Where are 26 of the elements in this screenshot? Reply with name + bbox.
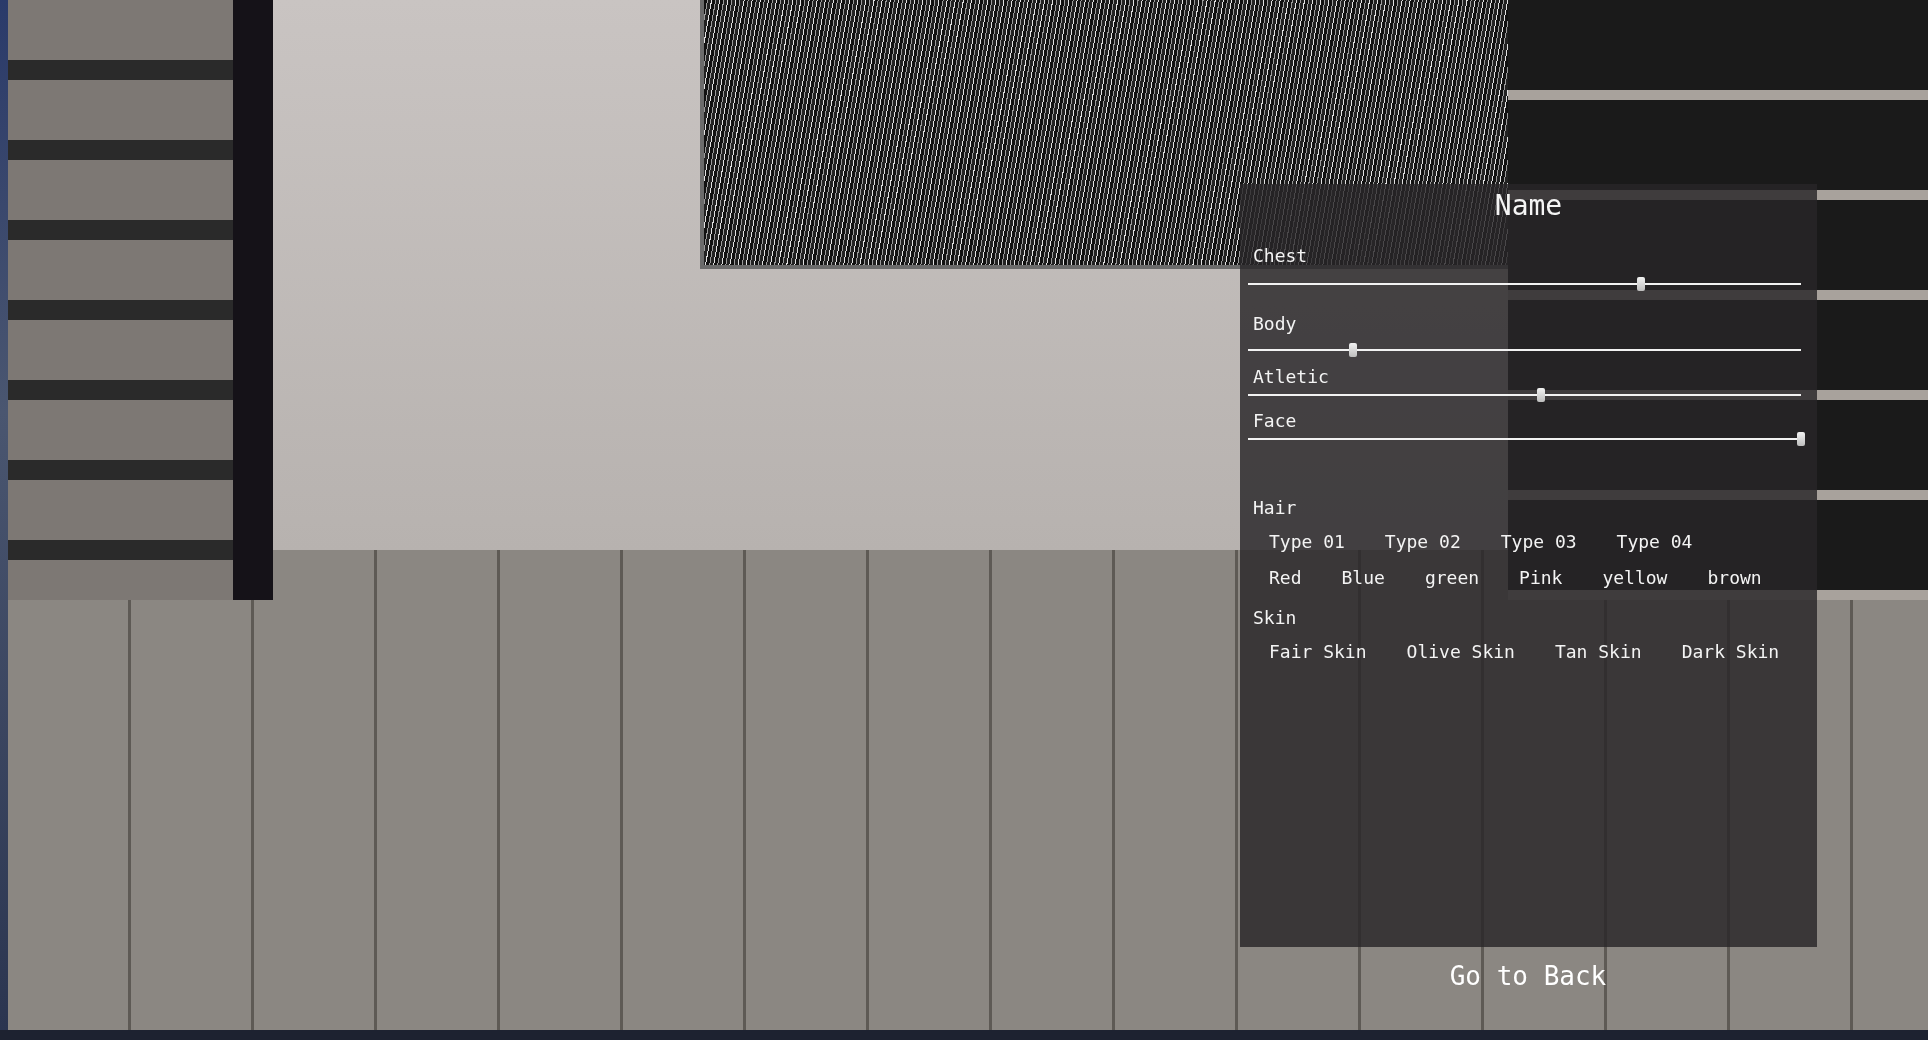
- section-label: Skin: [1253, 607, 1297, 629]
- slider-thumb[interactable]: [1797, 432, 1805, 446]
- hair-type-option[interactable]: Type 01: [1269, 531, 1345, 553]
- skin-option[interactable]: Dark Skin: [1681, 641, 1780, 663]
- skin-option[interactable]: Fair Skin: [1269, 641, 1367, 663]
- hair-type-option[interactable]: Type 04: [1616, 531, 1693, 553]
- slider-label: Body: [1253, 313, 1297, 335]
- back-button[interactable]: Go to Back: [1440, 958, 1616, 994]
- hair-color-option[interactable]: yellow: [1602, 567, 1668, 589]
- hair-color-option[interactable]: green: [1424, 567, 1480, 589]
- slider-label: Chest: [1253, 245, 1308, 267]
- slider-thumb[interactable]: [1636, 277, 1645, 291]
- slider-thumb[interactable]: [1349, 343, 1358, 357]
- skin-option[interactable]: Tan Skin: [1554, 641, 1642, 663]
- hair-color-option[interactable]: Blue: [1341, 567, 1385, 589]
- panel-title: Name: [1494, 188, 1563, 224]
- hair-color-option[interactable]: brown: [1707, 567, 1762, 589]
- hair-type-option[interactable]: Type 02: [1384, 531, 1461, 553]
- slider-label: Face: [1253, 410, 1297, 432]
- slider-thumb[interactable]: [1537, 388, 1546, 402]
- hair-color-option[interactable]: Pink: [1519, 567, 1563, 589]
- hair-type-option[interactable]: Type 03: [1500, 531, 1577, 553]
- hair-color-option[interactable]: Red: [1269, 567, 1302, 589]
- section-label: Hair: [1253, 497, 1297, 519]
- skin-option[interactable]: Olive Skin: [1406, 641, 1515, 663]
- slider-label: Atletic: [1253, 366, 1329, 388]
